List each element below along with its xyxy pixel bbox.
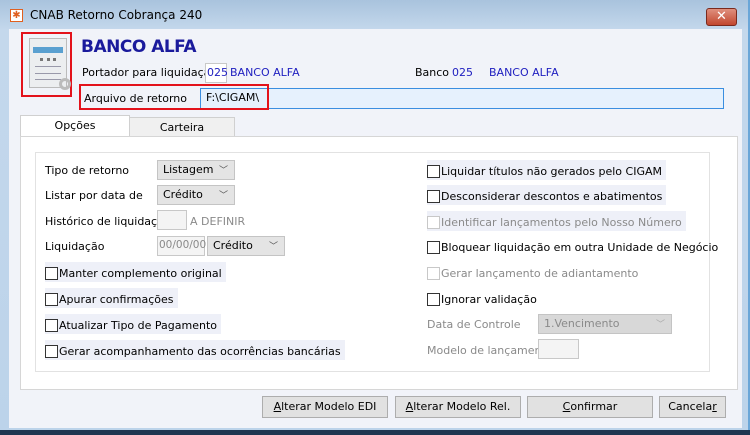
checkbox-apurar-confirmacoes[interactable]: Apurar confirmações — [45, 288, 178, 308]
checkbox-atualizar-tipo-pagamento[interactable]: Atualizar Tipo de Pagamento — [45, 314, 221, 334]
checkbox-icon — [427, 266, 440, 280]
mnemonic: A — [273, 400, 282, 413]
checkbox-identificar-nosso-numero[interactable]: Identificar lançamentos pelo Nosso Númer… — [427, 211, 686, 231]
button-label: onfirmar — [570, 400, 618, 413]
button-label: Cancela — [668, 400, 713, 413]
chevron-down-icon: ﹀ — [218, 191, 228, 201]
checkbox-label: Desconsiderar descontos e abatimentos — [441, 189, 663, 203]
tipo-retorno-label: Tipo de retorno — [45, 164, 130, 177]
checkbox-label: Gerar lançamento de adiantamento — [441, 266, 639, 280]
liquidacao-value: Crédito — [213, 239, 253, 252]
checkbox-icon — [45, 344, 58, 358]
chevron-down-icon: ﹀ — [268, 242, 278, 252]
checkbox-icon — [427, 189, 440, 203]
modelo-lancamento-input[interactable] — [538, 339, 579, 359]
button-label: lterar Modelo EDI — [281, 400, 377, 413]
data-controle-select[interactable]: 1.Vencimento ﹀ — [538, 314, 672, 334]
listar-select[interactable]: Crédito ﹀ — [157, 185, 235, 205]
cancelar-button[interactable]: Cancelar — [659, 396, 726, 418]
checkbox-label: Identificar lançamentos pelo Nosso Númer… — [441, 215, 682, 229]
checkbox-icon — [427, 215, 440, 229]
alterar-modelo-rel-button[interactable]: Alterar Modelo Rel. — [395, 396, 521, 418]
document-settings-icon — [21, 32, 72, 97]
checkbox-label: Apurar confirmações — [59, 292, 174, 306]
checkbox-gerar-acompanhamento[interactable]: Gerar acompanhamento das ocorrências ban… — [45, 340, 345, 360]
checkbox-liquidar-titulos[interactable]: Liquidar títulos não gerados pelo CIGAM — [427, 160, 666, 180]
listar-value: Crédito — [163, 188, 203, 201]
liquidacao-select[interactable]: Crédito ﹀ — [207, 236, 285, 256]
checkbox-manter-complemento[interactable]: Manter complemento original — [45, 262, 226, 282]
checkbox-bloquear-liquidacao[interactable]: Bloquear liquidação em outra Unidade de … — [427, 236, 722, 256]
checkbox-label: Manter complemento original — [59, 266, 222, 280]
tipo-retorno-select[interactable]: Listagem ﹀ — [157, 160, 235, 180]
checkbox-label: Atualizar Tipo de Pagamento — [59, 318, 217, 332]
checkbox-desconsiderar-descontos[interactable]: Desconsiderar descontos e abatimentos — [427, 185, 667, 205]
historico-input[interactable] — [157, 210, 187, 230]
checkbox-gerar-adiantamento[interactable]: Gerar lançamento de adiantamento — [427, 262, 642, 282]
chevron-down-icon: ﹀ — [655, 320, 665, 330]
arquivo-label: Arquivo de retorno — [84, 92, 187, 105]
liquidacao-date-input[interactable]: 00/00/00 — [157, 236, 206, 256]
data-controle-value: 1.Vencimento — [544, 317, 620, 330]
data-controle-label: Data de Controle — [427, 318, 521, 331]
button-label: lterar Modelo Rel. — [413, 400, 511, 413]
app-icon: ✱ — [10, 9, 23, 22]
checkbox-label: Ignorar validação — [441, 292, 537, 306]
listar-label: Listar por data de — [45, 189, 143, 202]
arquivo-retorno-input[interactable]: F:\CIGAM\ — [200, 88, 724, 109]
confirmar-button[interactable]: Confirmar — [527, 396, 653, 418]
historico-desc: A DEFINIR — [190, 215, 246, 228]
title-bar[interactable]: ✱ CNAB Retorno Cobrança 240 ✕ — [0, 0, 748, 29]
window-title: CNAB Retorno Cobrança 240 — [30, 8, 203, 22]
historico-label: Histórico de liquidação — [45, 215, 171, 228]
mnemonic: r — [712, 400, 717, 413]
banco-code: 025 — [452, 66, 473, 79]
liquidacao-label: Liquidação — [45, 240, 105, 253]
tipo-retorno-value: Listagem — [163, 163, 214, 176]
portador-name: BANCO ALFA — [230, 66, 300, 79]
checkbox-icon — [427, 164, 440, 178]
checkbox-icon — [45, 266, 58, 280]
checkbox-label: Gerar acompanhamento das ocorrências ban… — [59, 344, 341, 358]
portador-label: Portador para liquidação — [82, 66, 218, 79]
bank-title: BANCO ALFA — [81, 37, 197, 57]
checkbox-label: Liquidar títulos não gerados pelo CIGAM — [441, 164, 662, 178]
checkbox-ignorar-validacao[interactable]: Ignorar validação — [427, 288, 541, 308]
alterar-modelo-edi-button[interactable]: Alterar Modelo EDI — [262, 396, 388, 418]
tab-opcoes[interactable]: Opções — [20, 115, 130, 138]
banco-label: Banco — [415, 66, 450, 79]
chevron-down-icon: ﹀ — [218, 166, 228, 176]
modelo-lancamento-label: Modelo de lançamento — [427, 344, 553, 357]
checkbox-icon — [45, 292, 58, 306]
close-button[interactable]: ✕ — [706, 8, 737, 26]
checkbox-icon — [427, 292, 440, 306]
checkbox-icon — [427, 240, 440, 254]
banco-name: BANCO ALFA — [489, 66, 559, 79]
checkbox-icon — [45, 318, 58, 332]
portador-code-input[interactable]: 025 — [205, 63, 228, 83]
checkbox-label: Bloquear liquidação em outra Unidade de … — [441, 240, 719, 254]
